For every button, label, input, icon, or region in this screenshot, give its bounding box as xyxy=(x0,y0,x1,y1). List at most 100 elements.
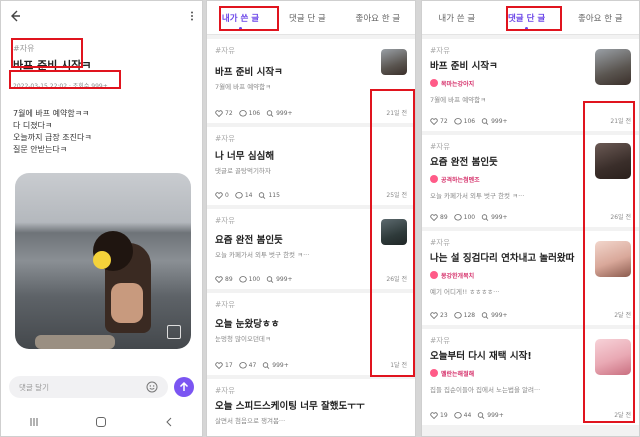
heart-icon xyxy=(215,110,223,117)
like-count: 0 xyxy=(225,192,229,199)
heart-icon xyxy=(215,362,223,369)
view-count: 999+ xyxy=(276,110,293,117)
author-badge: 공격하는첨멘조 xyxy=(430,175,480,184)
heart-icon xyxy=(430,412,438,419)
post-stats: 72 106 999+ xyxy=(215,110,293,117)
post-stats: 17 47 999+ xyxy=(215,362,289,369)
like-count: 72 xyxy=(440,118,448,125)
post-detail-screen: #자유 바프 준비 시작ㅋ 2022-03-15 22:02 · 조회수 999… xyxy=(0,0,203,437)
post-tag: #자유 xyxy=(215,46,236,55)
heart-icon xyxy=(430,312,438,319)
heart-icon xyxy=(430,214,438,221)
highlight-tab-box xyxy=(219,6,279,31)
tab-my-posts[interactable]: 내가 쓴 글 xyxy=(434,10,479,26)
tab-commented-posts[interactable]: 댓글 단 글 xyxy=(285,10,330,26)
comment-icon xyxy=(453,412,462,419)
comment-count: 14 xyxy=(244,192,253,199)
comment-icon xyxy=(238,362,247,369)
tab-liked-posts[interactable]: 좋아요 한 글 xyxy=(352,10,405,26)
profile-dot-icon xyxy=(430,175,438,183)
post-thumbnail xyxy=(595,49,631,85)
home-nav-icon[interactable] xyxy=(95,416,107,428)
post-stats: 19 44 999+ xyxy=(430,412,504,419)
post-stats: 89 100 999+ xyxy=(215,276,293,283)
post-photo[interactable] xyxy=(15,173,191,349)
view-icon xyxy=(481,118,489,125)
view-count: 999+ xyxy=(491,214,508,221)
view-icon xyxy=(266,110,274,117)
comment-icon xyxy=(453,312,462,319)
post-stats: 0 14 115 xyxy=(215,192,280,199)
post-title: 바프 준비 시작ㅋ xyxy=(215,67,283,78)
comment-placeholder: 댓글 달기 xyxy=(19,382,49,392)
comment-count: 100 xyxy=(463,214,476,221)
heart-icon xyxy=(215,276,223,283)
comment-bar: 댓글 달기 xyxy=(1,373,202,401)
post-thumbnail xyxy=(381,49,407,75)
recents-nav-icon[interactable] xyxy=(29,417,39,427)
highlight-time-column-box xyxy=(370,89,415,377)
back-arrow-icon[interactable] xyxy=(9,10,21,22)
heart-icon xyxy=(215,192,223,199)
comment-icon xyxy=(238,276,247,283)
detail-top-bar xyxy=(1,1,202,31)
view-icon xyxy=(481,312,489,319)
comment-count: 128 xyxy=(463,312,476,319)
author-badge: 멜란는해절해 xyxy=(430,369,474,378)
view-count: 999+ xyxy=(272,362,289,369)
more-options-icon[interactable] xyxy=(190,11,194,21)
comment-count: 44 xyxy=(463,412,472,419)
commented-posts-screen: 내가 쓴 글 댓글 단 글 좋아요 한 글 #자유 바프 준비 시작ㅋ 목마는강… xyxy=(421,0,640,437)
profile-dot-icon xyxy=(430,79,438,87)
comment-count: 47 xyxy=(248,362,257,369)
send-button[interactable] xyxy=(174,377,194,397)
like-count: 72 xyxy=(225,110,233,117)
comment-count: 100 xyxy=(248,276,261,283)
view-icon xyxy=(481,214,489,221)
view-icon xyxy=(266,276,274,283)
comment-count: 106 xyxy=(463,118,476,125)
post-body-line: 7월에 바프 예약함ㅋㅋ xyxy=(13,109,90,118)
tab-liked-posts[interactable]: 좋아요 한 글 xyxy=(574,10,627,26)
post-tag: #자유 xyxy=(215,386,236,395)
like-count: 17 xyxy=(225,362,233,369)
like-count: 19 xyxy=(440,412,448,419)
comment-count: 106 xyxy=(248,110,261,117)
view-icon xyxy=(262,362,270,369)
post-stats: 89 100 999+ xyxy=(430,214,508,221)
post-preview: 살면서 첨음으로 쟁겨봄··· xyxy=(215,417,286,425)
comment-input[interactable]: 댓글 달기 xyxy=(9,376,168,398)
profile-dot-icon xyxy=(430,369,438,377)
comment-icon xyxy=(453,118,462,125)
highlight-time-column-box xyxy=(583,101,635,423)
post-body: 7월에 바프 예약함ㅋㅋ 다 디졌다ㅋ 오늘까지 급장 조진다ㅋ 질문 안받는다… xyxy=(13,108,190,156)
my-posts-screen: 내가 쓴 글 댓글 단 글 좋아요 한 글 #자유 바프 준비 시작ㅋ 7월에 … xyxy=(206,0,416,437)
post-body-line: 오늘까지 급장 조진다ㅋ xyxy=(13,133,92,142)
android-nav-bar xyxy=(1,408,202,436)
view-count: 999+ xyxy=(491,312,508,319)
profile-dot-icon xyxy=(430,271,438,279)
highlight-meta-box xyxy=(9,70,121,89)
highlight-tab-box xyxy=(506,6,562,31)
post-stats: 72 106 999+ xyxy=(430,118,508,125)
view-count: 999+ xyxy=(491,118,508,125)
emoji-icon[interactable] xyxy=(146,381,158,393)
author-name: 멜란는해절해 xyxy=(441,370,475,378)
post-body-line: 질문 안받는다ㅋ xyxy=(13,145,68,154)
view-count: 999+ xyxy=(487,412,504,419)
like-count: 23 xyxy=(440,312,448,319)
post-stats: 23 128 999+ xyxy=(430,312,508,319)
author-badge: 목마는강아지 xyxy=(430,79,474,88)
back-nav-icon[interactable] xyxy=(164,417,174,427)
like-count: 89 xyxy=(440,214,448,221)
author-name: 몽강한개복치 xyxy=(441,272,475,280)
view-icon xyxy=(477,412,485,419)
author-badge: 몽강한개복치 xyxy=(430,271,474,280)
post-title: 오늘 스피드스케이팅 너무 잘했도ㅜㅜ xyxy=(215,401,365,412)
comment-icon xyxy=(235,192,243,199)
highlight-title-box xyxy=(11,38,83,68)
view-count: 999+ xyxy=(276,276,293,283)
view-count: 115 xyxy=(268,192,280,199)
like-count: 89 xyxy=(225,276,233,283)
post-card[interactable]: #자유 오늘 스피드스케이팅 너무 잘했도ㅜㅜ 살면서 첨음으로 쟁겨봄··· xyxy=(207,379,415,436)
